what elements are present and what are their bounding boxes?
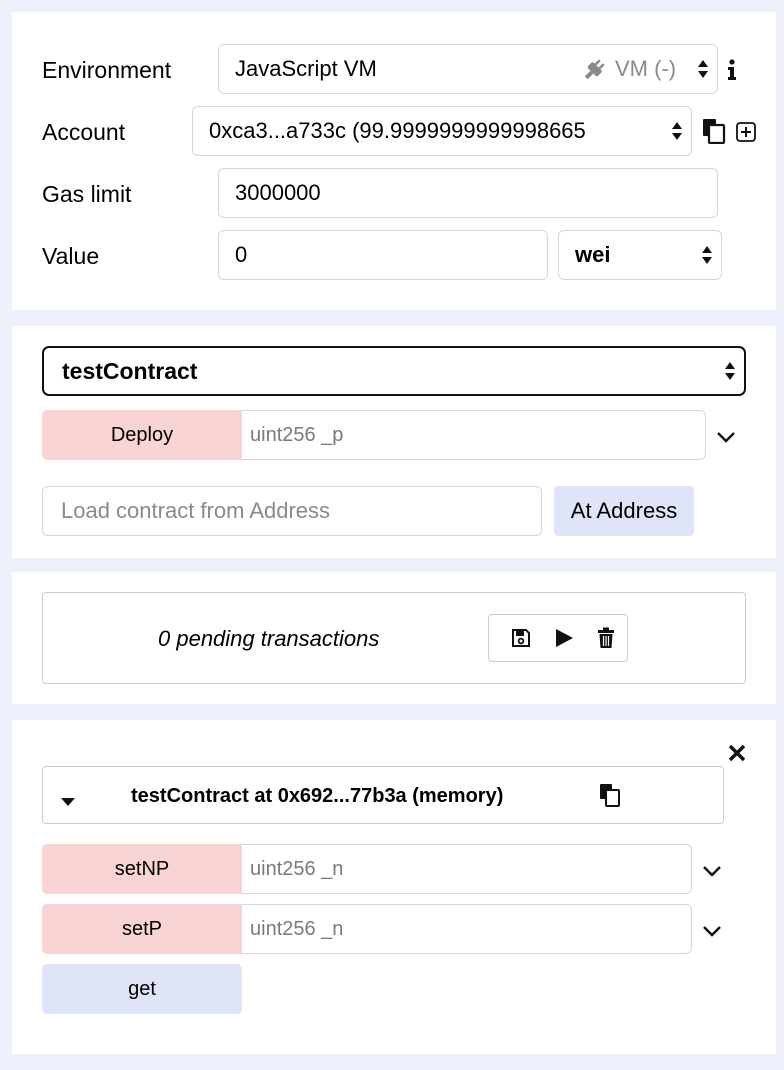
- contract-select[interactable]: testContract: [42, 346, 746, 396]
- instance-title: testContract at 0x692...77b3a (memory): [131, 785, 504, 807]
- chevron-down-icon[interactable]: [702, 924, 722, 937]
- address-input[interactable]: Load contract from Address: [42, 486, 542, 536]
- instance-header[interactable]: testContract at 0x692...77b3a (memory): [42, 766, 724, 824]
- value-input[interactable]: 0: [218, 230, 548, 280]
- at-address-button[interactable]: At Address: [554, 486, 694, 536]
- deploy-param-input[interactable]: uint256 _p: [242, 410, 706, 460]
- select-caret-icon: [724, 360, 736, 382]
- info-icon[interactable]: [726, 58, 738, 82]
- caret-down-icon[interactable]: [61, 793, 75, 806]
- function-button-get[interactable]: get: [42, 964, 242, 1014]
- deploy-panel: testContract Deploy uint256 _p Load cont…: [12, 326, 776, 558]
- chevron-down-icon[interactable]: [702, 864, 722, 877]
- environment-select[interactable]: JavaScript VM VM (-): [218, 44, 718, 94]
- pending-panel: 0 pending transactions: [12, 572, 776, 704]
- account-label: Account: [42, 119, 126, 145]
- chevron-down-icon[interactable]: [716, 430, 736, 443]
- function-button-setp[interactable]: setP: [42, 904, 242, 954]
- deploy-button[interactable]: Deploy: [42, 410, 242, 460]
- add-account-icon[interactable]: [736, 122, 756, 142]
- copy-icon[interactable]: [702, 118, 726, 145]
- pending-actions: [488, 614, 628, 662]
- trash-icon[interactable]: [597, 627, 615, 649]
- setnp-param-input[interactable]: uint256 _n: [242, 844, 692, 894]
- gas-limit-label: Gas limit: [42, 181, 132, 207]
- select-caret-icon: [701, 244, 713, 266]
- gas-limit-input[interactable]: 3000000: [218, 168, 718, 218]
- copy-icon[interactable]: [599, 783, 621, 807]
- instance-panel: testContract at 0x692...77b3a (memory) s…: [12, 720, 776, 1054]
- account-select[interactable]: 0xca3...a733c (99.9999999999998665: [192, 106, 692, 156]
- unit-select[interactable]: wei: [558, 230, 722, 280]
- environment-value: JavaScript VM: [235, 56, 377, 81]
- function-button-setnp[interactable]: setNP: [42, 844, 242, 894]
- save-icon[interactable]: [511, 628, 531, 648]
- settings-panel: Environment JavaScript VM VM (-) Account…: [12, 12, 776, 310]
- value-value: 0: [235, 242, 248, 267]
- value-label: Value: [42, 243, 100, 269]
- environment-badge: VM (-): [615, 56, 677, 81]
- select-caret-icon: [697, 58, 709, 80]
- contract-select-value: testContract: [62, 357, 198, 384]
- unit-value: wei: [575, 242, 611, 267]
- pending-text: 0 pending transactions: [158, 626, 380, 651]
- setp-param-input[interactable]: uint256 _n: [242, 904, 692, 954]
- select-caret-icon: [671, 120, 683, 142]
- environment-label: Environment: [42, 57, 172, 83]
- account-value: 0xca3...a733c (99.9999999999998665: [209, 118, 586, 143]
- play-icon[interactable]: [553, 627, 575, 649]
- plug-icon: [581, 57, 607, 83]
- gas-limit-value: 3000000: [235, 180, 321, 205]
- pending-box: [42, 592, 746, 684]
- close-icon[interactable]: [728, 744, 746, 762]
